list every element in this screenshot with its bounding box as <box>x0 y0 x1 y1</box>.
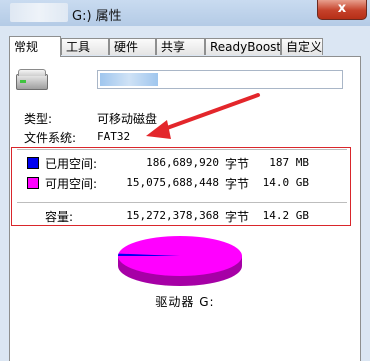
close-button[interactable]: x <box>317 0 367 20</box>
capacity-bytes: 15,272,378,368 <box>126 209 219 222</box>
type-value: 可移动磁盘 <box>97 112 158 126</box>
title-blur <box>10 3 68 22</box>
type-label: 类型: <box>24 112 53 126</box>
drive-name-field[interactable] <box>97 70 343 89</box>
capacity-label: 容量: <box>45 210 74 224</box>
tab-sharing[interactable]: 共享 <box>156 38 205 55</box>
used-size: 187 MB <box>269 156 309 169</box>
used-bytes: 186,689,920 <box>146 156 219 169</box>
free-label: 可用空间: <box>45 177 98 191</box>
tab-customize[interactable]: 自定义 <box>281 38 323 55</box>
used-color-swatch <box>27 157 39 169</box>
filesystem-value: FAT32 <box>97 130 131 143</box>
free-bytes: 15,075,688,448 <box>126 176 219 189</box>
tab-readyboost[interactable]: ReadyBoost <box>205 38 281 55</box>
tab-general[interactable]: 常规 <box>9 36 61 57</box>
tab-hardware[interactable]: 硬件 <box>109 38 156 55</box>
free-size: 14.0 GB <box>262 176 309 189</box>
used-label: 已用空间: <box>45 157 98 171</box>
filesystem-label: 文件系统: <box>24 131 77 145</box>
drive-label: 驱动器 G: <box>155 295 215 309</box>
free-color-swatch <box>27 177 39 189</box>
capacity-size: 14.2 GB <box>262 209 309 222</box>
usb-drive-icon <box>16 69 48 90</box>
separator-capacity <box>17 202 347 203</box>
window-title: G:) 属性 <box>72 9 122 24</box>
title-bar: G:) 属性 x <box>0 0 370 26</box>
disk-usage-pie <box>118 236 242 286</box>
tab-tools[interactable]: 工具 <box>61 38 109 55</box>
tab-bar: 常规 工具 硬件 共享 ReadyBoost 自定义 <box>9 36 361 57</box>
